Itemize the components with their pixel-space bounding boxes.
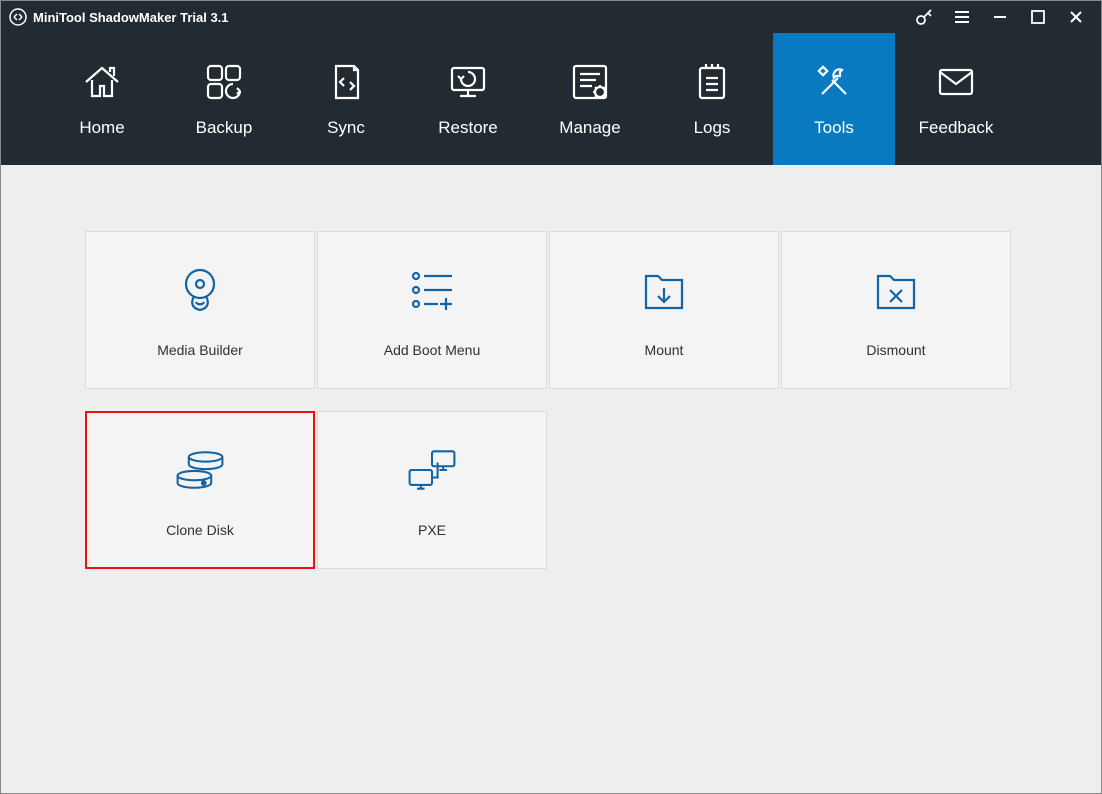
app-title: MiniTool ShadowMaker Trial 3.1 <box>33 10 229 25</box>
home-icon <box>80 60 124 104</box>
menu-icon[interactable] <box>943 1 981 33</box>
titlebar: MiniTool ShadowMaker Trial 3.1 <box>1 1 1101 33</box>
nav-sync[interactable]: Sync <box>285 33 407 165</box>
nav-label: Logs <box>694 118 731 138</box>
tool-label: PXE <box>418 522 446 538</box>
main-nav: Home Backup Sync <box>1 33 1101 165</box>
nav-label: Feedback <box>919 118 994 138</box>
nav-label: Manage <box>559 118 620 138</box>
nav-label: Backup <box>196 118 253 138</box>
tool-label: Media Builder <box>157 342 243 358</box>
nav-restore[interactable]: Restore <box>407 33 529 165</box>
close-button[interactable] <box>1057 1 1095 33</box>
nav-logs[interactable]: Logs <box>651 33 773 165</box>
nav-feedback[interactable]: Feedback <box>895 33 1017 165</box>
maximize-button[interactable] <box>1019 1 1057 33</box>
nav-home[interactable]: Home <box>41 33 163 165</box>
mount-icon <box>636 262 692 318</box>
tool-label: Dismount <box>866 342 925 358</box>
backup-icon <box>202 60 246 104</box>
nav-tools[interactable]: Tools <box>773 33 895 165</box>
tool-label: Mount <box>645 342 684 358</box>
manage-icon <box>568 60 612 104</box>
sync-icon <box>324 60 368 104</box>
clone-disk-icon <box>172 442 228 498</box>
tool-mount[interactable]: Mount <box>549 231 779 389</box>
tool-pxe[interactable]: PXE <box>317 411 547 569</box>
logs-icon <box>690 60 734 104</box>
tool-clone-disk[interactable]: Clone Disk <box>85 411 315 569</box>
content-area: Media Builder Add Boot Menu <box>1 165 1101 793</box>
tool-add-boot-menu[interactable]: Add Boot Menu <box>317 231 547 389</box>
minimize-button[interactable] <box>981 1 1019 33</box>
nav-manage[interactable]: Manage <box>529 33 651 165</box>
tool-dismount[interactable]: Dismount <box>781 231 1011 389</box>
app-icon <box>9 8 27 26</box>
add-boot-menu-icon <box>404 262 460 318</box>
nav-label: Home <box>79 118 124 138</box>
tool-media-builder[interactable]: Media Builder <box>85 231 315 389</box>
key-icon[interactable] <box>905 1 943 33</box>
nav-backup[interactable]: Backup <box>163 33 285 165</box>
tool-label: Clone Disk <box>166 522 234 538</box>
tool-label: Add Boot Menu <box>384 342 481 358</box>
feedback-icon <box>934 60 978 104</box>
pxe-icon <box>404 442 460 498</box>
restore-icon <box>446 60 490 104</box>
nav-label: Sync <box>327 118 365 138</box>
tools-icon <box>812 60 856 104</box>
tools-grid: Media Builder Add Boot Menu <box>85 231 1017 569</box>
nav-label: Tools <box>814 118 854 138</box>
dismount-icon <box>868 262 924 318</box>
app-window: MiniTool ShadowMaker Trial 3.1 Home <box>0 0 1102 794</box>
nav-label: Restore <box>438 118 498 138</box>
media-builder-icon <box>172 262 228 318</box>
